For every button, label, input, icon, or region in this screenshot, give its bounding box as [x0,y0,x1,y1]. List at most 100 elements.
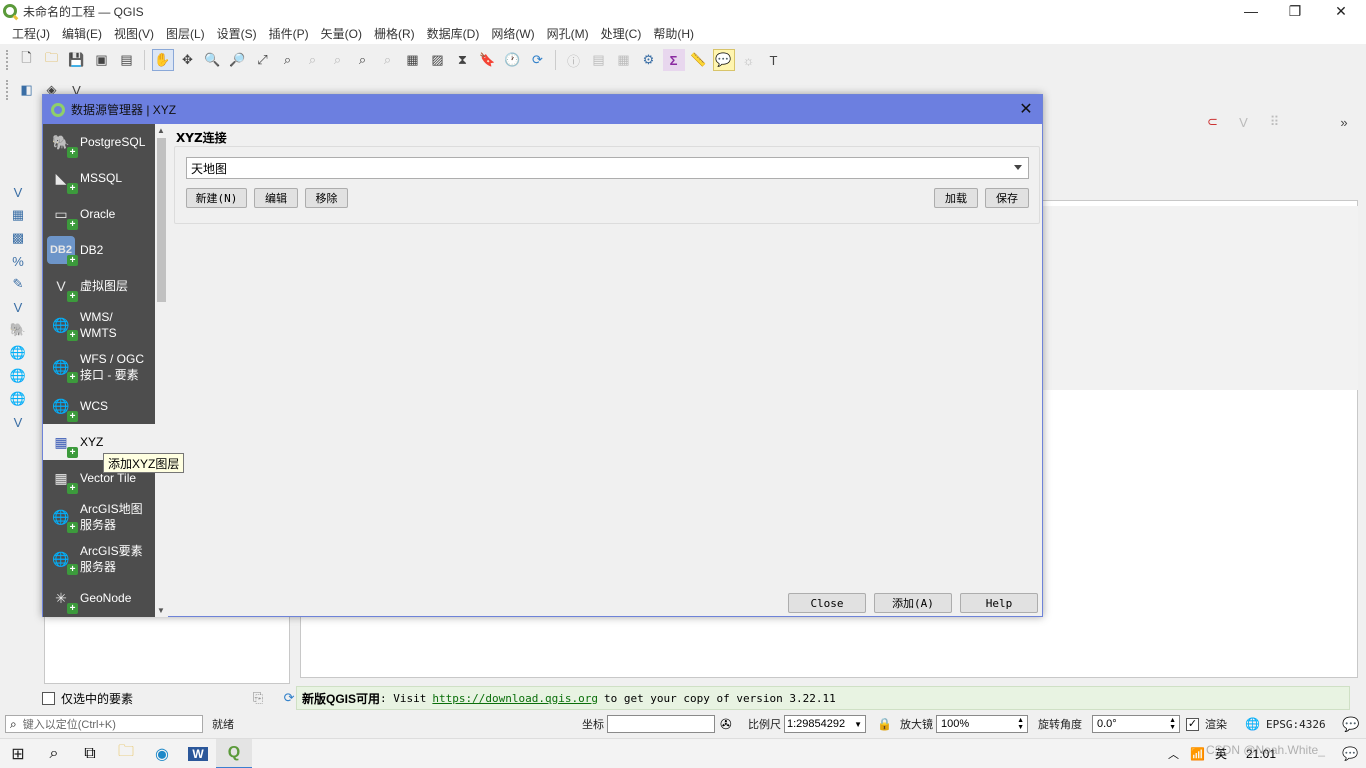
statistics-icon[interactable]: Σ [662,49,685,71]
add-mesh-layer-icon[interactable]: ▩ [6,227,30,249]
pan-icon[interactable]: ✋ [151,49,174,71]
scroll-up-icon[interactable]: ▲ [157,126,165,135]
close-button[interactable]: Close [788,593,866,613]
new-connection-button[interactable]: 新建(N) [186,188,247,208]
crs-button[interactable]: EPSG:4326 [1266,718,1326,731]
provider-arcgis-map-server[interactable]: 🌐 + ArcGIS地图 服务器 [43,496,155,538]
zoom-in-icon[interactable]: 🔍 [202,49,224,71]
menu-web[interactable]: 网络(W) [485,25,540,42]
add-virtual-layer-icon[interactable]: V [6,296,30,318]
close-window-button[interactable]: ✕ [1318,0,1364,22]
temporal-icon[interactable]: ⧗ [452,49,474,71]
spin-arrows-icon[interactable]: ▲ ▼ [1017,717,1024,731]
task-view-icon[interactable]: ⧉ [72,739,108,768]
rotation-field[interactable]: 0.0° ▲ ▼ [1092,715,1180,733]
minimize-button[interactable]: — [1228,0,1274,22]
menu-database[interactable]: 数据库(D) [421,25,486,42]
remove-connection-button[interactable]: 移除 [305,188,348,208]
save-project-icon[interactable]: 💾 [66,49,88,71]
add-raster-layer-icon[interactable]: ▦ [6,204,30,226]
provider-geonode[interactable]: ✳ + GeoNode [43,580,155,616]
provider-mssql[interactable]: ◣ + MSSQL [43,160,155,196]
provider-oracle[interactable]: ▭ + Oracle [43,196,155,232]
zoom-layer-icon[interactable]: ⌕ [302,49,324,71]
taskbar-search-icon[interactable]: ⌕ [36,739,72,768]
word-icon[interactable]: W [180,739,216,768]
provider-list-scrollbar[interactable]: ▲ ▼ [155,124,168,617]
provider-postgresql[interactable]: 🐘 + PostgreSQL [43,124,155,160]
zoom-next-icon[interactable]: ⌕ [377,49,399,71]
scroll-down-icon[interactable]: ▼ [157,606,165,615]
toolbar-overflow-icon[interactable]: » [1333,111,1355,133]
menu-vector[interactable]: 矢量(O) [315,25,368,42]
map-tips-icon[interactable]: 💬 [712,49,735,71]
provider-wfs-ogc[interactable]: 🌐 + WFS / OGC 接口 - 要素 [43,346,155,388]
provider-db2[interactable]: DB2 + DB2 [43,232,155,268]
scale-field[interactable]: 1:29854292 ▼ [784,715,866,733]
render-checkbox[interactable] [1186,717,1199,731]
provider-arcgis-feature-server[interactable]: 🌐 + ArcGIS要素 服务器 [43,538,155,580]
processing-toolbox-icon[interactable]: ⚙ [638,49,660,71]
load-connections-button[interactable]: 加载 [934,188,978,208]
magnifier-field[interactable]: 100% ▲ ▼ [936,715,1028,733]
messages-icon[interactable]: 💬 [1342,716,1359,733]
notification-icon[interactable]: 💬 [1342,746,1358,762]
refresh-icon[interactable]: ⟳ [527,49,549,71]
edit-connection-button[interactable]: 编辑 [254,188,298,208]
pan-to-selection-icon[interactable]: ✥ [177,49,199,71]
open-project-icon[interactable]: 🗀 [41,49,63,71]
zoom-last-icon[interactable]: ⌕ [352,49,374,71]
windows-start-icon[interactable]: ⊞ [0,739,36,768]
copy-icon[interactable]: ⎘ [247,687,269,709]
connection-select[interactable]: 天地图 [186,157,1029,179]
lock-scale-icon[interactable]: 🔒 [877,717,892,731]
menu-processing[interactable]: 处理(C) [595,25,648,42]
menu-raster[interactable]: 栅格(R) [368,25,421,42]
new-vector-layer-icon[interactable]: V [6,411,30,433]
menu-project[interactable]: 工程(J) [6,25,56,42]
add-wms-icon[interactable]: 🌐 [6,342,30,364]
clock-icon[interactable]: 🕐 [502,49,524,71]
zoom-native-icon[interactable]: ⌕ [327,49,349,71]
new-project-icon[interactable]: 🗋 [16,49,38,71]
data-source-manager-icon[interactable]: ◧ [16,79,38,101]
selected-only-checkbox[interactable] [42,691,55,705]
new-print-layout-icon[interactable]: ▣ [91,49,113,71]
text-annotation-icon[interactable]: T [763,49,785,71]
menu-plugins[interactable]: 插件(P) [263,25,315,42]
spin-arrows-icon[interactable]: ▲ ▼ [1169,717,1176,731]
new-3d-view-icon[interactable]: ▨ [427,49,449,71]
add-button[interactable]: 添加(A) [874,593,952,613]
dialog-close-icon[interactable]: ✕ [1016,99,1036,119]
zoom-selection-icon[interactable]: ⌕ [277,49,299,71]
restore-button[interactable]: ❐ [1272,0,1318,22]
coordinate-field[interactable] [607,715,715,733]
add-delimited-text-icon[interactable]: % [6,250,30,272]
coordinate-toggle-icon[interactable]: ✇ [720,716,732,733]
identify-icon[interactable]: ⓘ [563,49,585,71]
annotation-icon[interactable]: ☼ [738,49,760,71]
provider-virtual-layer[interactable]: V + 虚拟图层 [43,268,155,304]
zoom-out-icon[interactable]: 🔎 [227,49,249,71]
qgis-taskbar-icon[interactable]: Q [216,738,252,768]
field-calc-icon[interactable]: ▦ [613,49,635,71]
scrollbar-thumb[interactable] [157,138,166,302]
measure-icon[interactable]: 📏 [688,49,710,71]
locator-search[interactable]: ⌕ 键入以定位(Ctrl+K) [5,715,203,733]
help-button[interactable]: Help [960,593,1038,613]
vertex-tool-icon[interactable]: V [1233,111,1255,133]
add-wfs-icon[interactable]: 🌐 [6,388,30,410]
add-postgis-icon[interactable]: 🐘 [6,319,30,341]
provider-wcs[interactable]: 🌐 + WCS [43,388,155,424]
new-map-view-icon[interactable]: ▦ [402,49,424,71]
dots-icon[interactable]: ⠿ [1264,111,1286,133]
bookmark-icon[interactable]: 🔖 [477,49,499,71]
add-spatialite-icon[interactable]: ✎ [6,273,30,295]
menu-edit[interactable]: 编辑(E) [56,25,108,42]
menu-layer[interactable]: 图层(L) [160,25,211,42]
add-vector-layer-icon[interactable]: V [6,181,30,203]
layers-panel[interactable] [44,610,290,684]
menu-help[interactable]: 帮助(H) [647,25,700,42]
edge-browser-icon[interactable]: ◉ [144,739,180,768]
snapping-icon[interactable]: ⊂ [1202,111,1224,133]
